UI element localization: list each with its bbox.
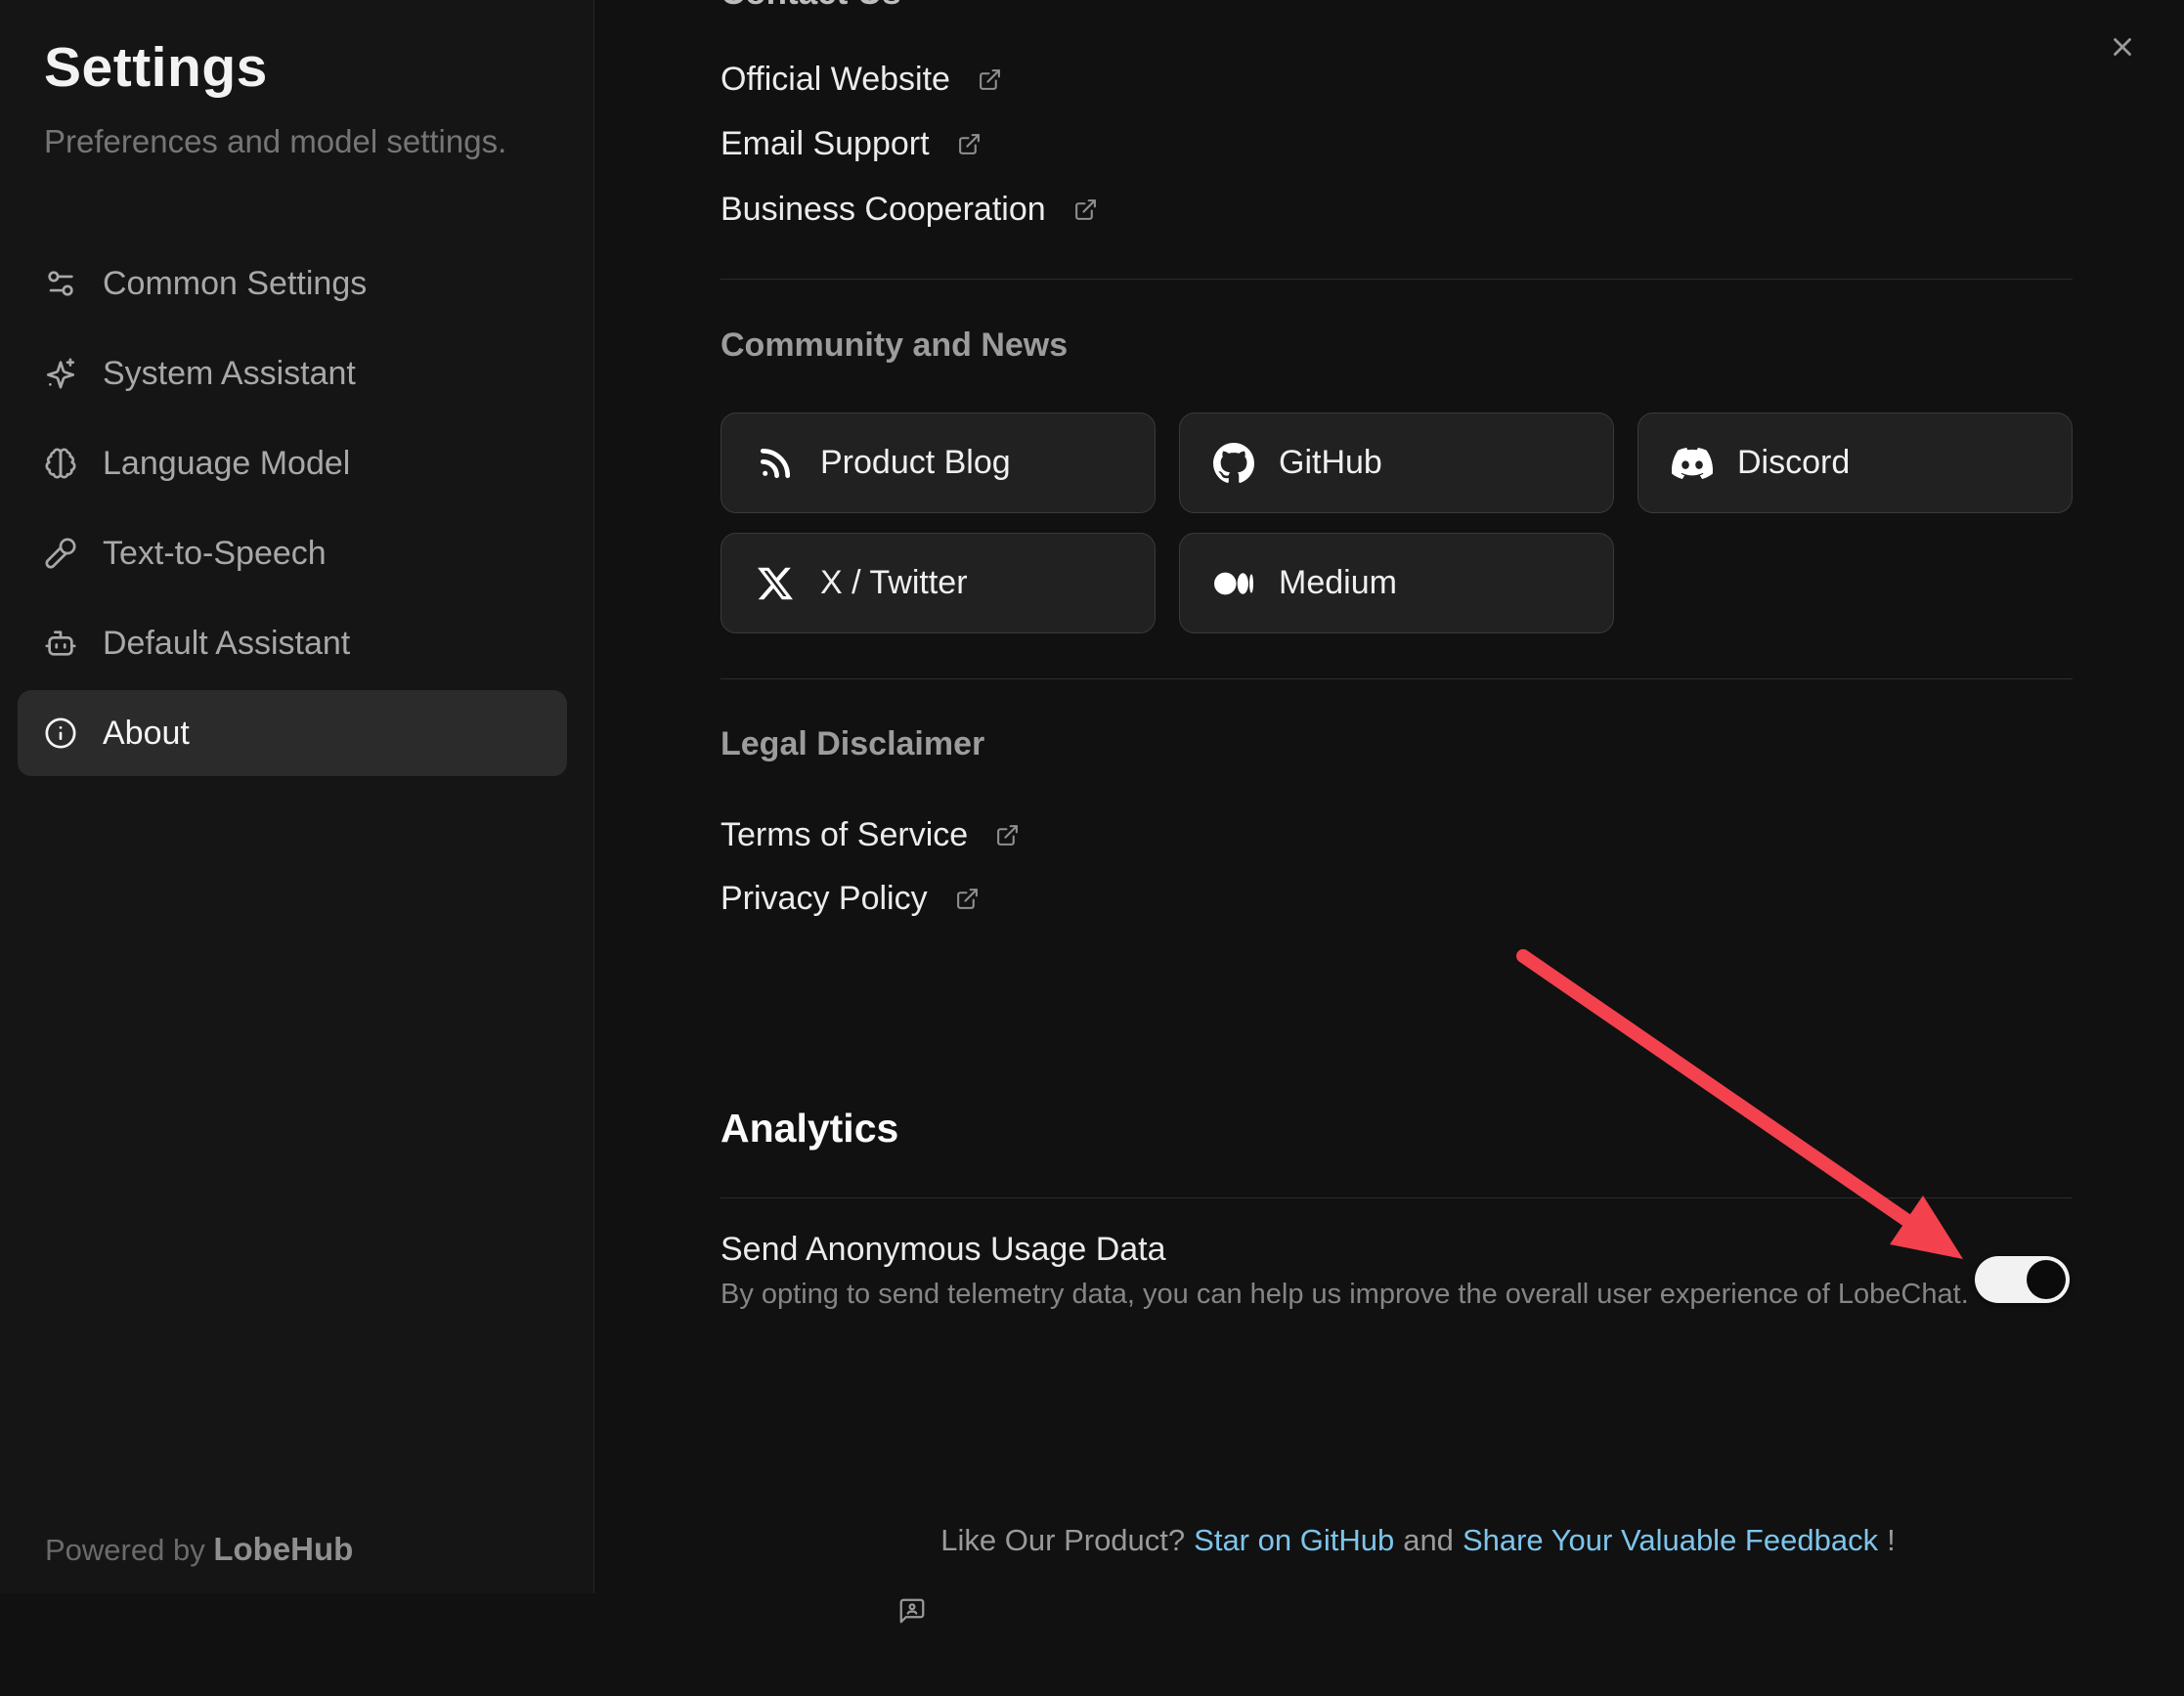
rss-icon — [755, 443, 796, 484]
sidebar-menu: Common Settings System Assistant Languag… — [0, 240, 594, 780]
external-link-icon — [957, 132, 982, 156]
share-feedback-link[interactable]: Share Your Valuable Feedback — [1463, 1523, 1878, 1558]
info-icon — [44, 717, 77, 750]
sliders-icon — [44, 267, 77, 300]
powered-by: Powered by LobeHub — [45, 1531, 353, 1568]
star-on-github-link[interactable]: Star on GitHub — [1194, 1523, 1394, 1558]
close-icon[interactable] — [2108, 32, 2137, 62]
sidebar-item-label: About — [103, 715, 190, 753]
business-cooperation-link[interactable]: Business Cooperation — [721, 191, 1098, 229]
x-twitter-button[interactable]: X / Twitter — [721, 533, 1156, 633]
external-link-icon — [1073, 197, 1098, 222]
button-label: Discord — [1737, 444, 1850, 482]
section-divider — [721, 279, 2073, 280]
sidebar-item-label: Default Assistant — [103, 625, 350, 663]
terms-of-service-link[interactable]: Terms of Service — [721, 816, 1020, 854]
x-twitter-icon — [755, 563, 796, 604]
external-link-icon — [978, 67, 1002, 92]
link-label: Business Cooperation — [721, 191, 1046, 229]
link-label: Terms of Service — [721, 816, 968, 854]
footer-text: Like Our Product? — [940, 1523, 1185, 1558]
link-label: Privacy Policy — [721, 880, 928, 918]
lobehub-brand[interactable]: LobeHub — [213, 1531, 353, 1567]
sidebar-item-default-assistant[interactable]: Default Assistant — [18, 600, 567, 686]
usage-data-description: By opting to send telemetry data, you ca… — [721, 1279, 1969, 1311]
sidebar-item-about[interactable]: About — [18, 690, 567, 776]
sidebar-item-system-assistant[interactable]: System Assistant — [18, 330, 567, 416]
powered-by-text: Powered by — [45, 1533, 205, 1567]
sidebar-item-label: Language Model — [103, 445, 350, 483]
sidebar-item-label: Common Settings — [103, 265, 367, 303]
legal-heading: Legal Disclaimer — [721, 725, 984, 763]
button-label: Product Blog — [820, 444, 1011, 482]
settings-page: Settings Preferences and model settings.… — [0, 0, 2184, 1593]
external-link-icon — [995, 823, 1020, 848]
brain-icon — [44, 447, 77, 480]
community-heading: Community and News — [721, 326, 1068, 365]
link-label: Email Support — [721, 125, 930, 163]
page-title: Settings — [44, 35, 268, 100]
usage-data-label: Send Anonymous Usage Data — [721, 1231, 1166, 1269]
mic-icon — [44, 537, 77, 570]
button-label: Medium — [1279, 564, 1397, 602]
footer-text: ! — [1887, 1523, 1896, 1558]
link-label: Official Website — [721, 61, 950, 99]
contact-us-heading: Contact Us — [721, 0, 901, 13]
about-panel: Contact Us Official Website Email Suppor… — [595, 0, 2184, 1593]
toggle-knob — [2027, 1260, 2066, 1299]
usage-data-toggle[interactable] — [1975, 1256, 2070, 1303]
email-support-link[interactable]: Email Support — [721, 125, 982, 163]
section-divider — [721, 1197, 2073, 1198]
page-subtitle: Preferences and model settings. — [44, 123, 506, 160]
discord-icon — [1672, 443, 1713, 484]
feedback-bubble-icon — [897, 1526, 927, 1555]
discord-button[interactable]: Discord — [1638, 413, 2073, 513]
footer-text: and — [1403, 1523, 1454, 1558]
sidebar-item-text-to-speech[interactable]: Text-to-Speech — [18, 510, 567, 596]
medium-icon — [1213, 563, 1254, 604]
section-divider — [721, 678, 2073, 679]
privacy-policy-link[interactable]: Privacy Policy — [721, 880, 980, 918]
product-blog-button[interactable]: Product Blog — [721, 413, 1156, 513]
sparkles-icon — [44, 357, 77, 390]
analytics-heading: Analytics — [721, 1106, 898, 1152]
sidebar-item-label: System Assistant — [103, 355, 356, 393]
button-label: X / Twitter — [820, 564, 968, 602]
feedback-footer: Like Our Product? Star on GitHub and Sha… — [721, 1523, 2073, 1558]
sidebar-item-language-model[interactable]: Language Model — [18, 420, 567, 506]
settings-sidebar: Settings Preferences and model settings.… — [0, 0, 594, 1593]
bot-icon — [44, 627, 77, 660]
sidebar-item-common-settings[interactable]: Common Settings — [18, 240, 567, 326]
button-label: GitHub — [1279, 444, 1382, 482]
medium-button[interactable]: Medium — [1179, 533, 1614, 633]
github-icon — [1213, 443, 1254, 484]
external-link-icon — [955, 887, 980, 911]
sidebar-item-label: Text-to-Speech — [103, 535, 327, 573]
github-button[interactable]: GitHub — [1179, 413, 1614, 513]
official-website-link[interactable]: Official Website — [721, 61, 1002, 99]
about-content: Contact Us Official Website Email Suppor… — [721, 0, 2073, 1593]
